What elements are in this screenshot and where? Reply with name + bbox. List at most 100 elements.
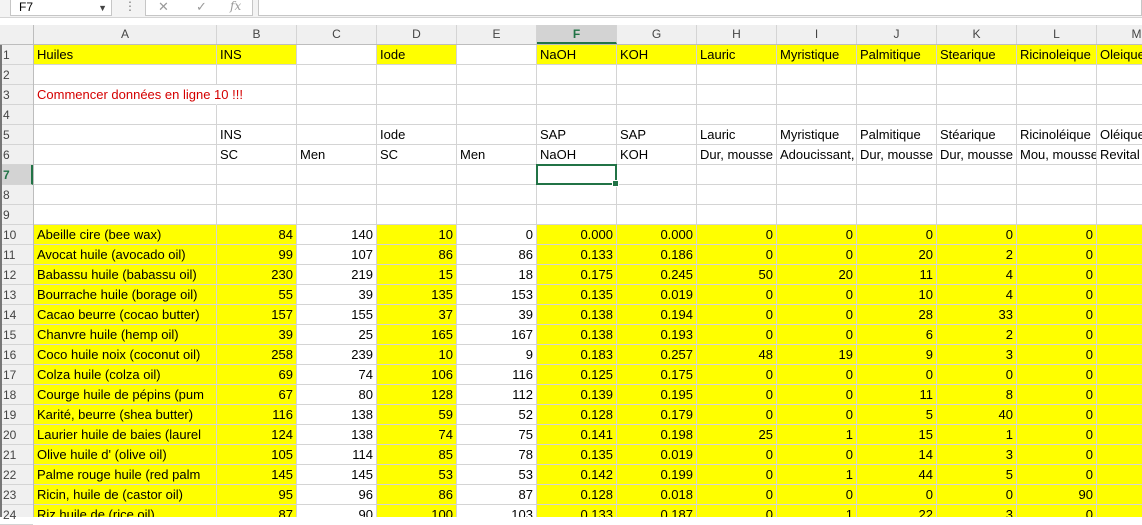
cell-a9[interactable] — [34, 205, 217, 225]
cell-c18[interactable]: 80 — [297, 385, 377, 405]
cell-f14[interactable]: 0.138 — [537, 305, 617, 325]
cell-b19[interactable]: 116 — [217, 405, 297, 425]
cell-c8[interactable] — [297, 185, 377, 205]
cell-i3[interactable] — [777, 85, 857, 105]
cell-h10[interactable]: 0 — [697, 225, 777, 245]
cell-l20[interactable]: 0 — [1017, 425, 1097, 445]
cell-m3[interactable] — [1097, 85, 1142, 105]
cell-i1[interactable]: Myristique — [777, 45, 857, 65]
cell-l21[interactable]: 0 — [1017, 445, 1097, 465]
cell-c5[interactable] — [297, 125, 377, 145]
cell-a8[interactable] — [34, 185, 217, 205]
cell-i8[interactable] — [777, 185, 857, 205]
cell-b24[interactable]: 87 — [217, 505, 297, 517]
cell-a5[interactable] — [34, 125, 217, 145]
cell-c7[interactable] — [297, 165, 377, 185]
cell-j21[interactable]: 14 — [857, 445, 937, 465]
cell-a11[interactable]: Avocat huile (avocado oil) — [34, 245, 217, 265]
cell-j5[interactable]: Palmitique — [857, 125, 937, 145]
cell-m9[interactable] — [1097, 205, 1142, 225]
cell-h17[interactable]: 0 — [697, 365, 777, 385]
cell-g2[interactable] — [617, 65, 697, 85]
cell-d12[interactable]: 15 — [377, 265, 457, 285]
cell-k22[interactable]: 5 — [937, 465, 1017, 485]
cell-c13[interactable]: 39 — [297, 285, 377, 305]
cell-m10[interactable] — [1097, 225, 1142, 245]
cell-b8[interactable] — [217, 185, 297, 205]
cell-j4[interactable] — [857, 105, 937, 125]
cell-m13[interactable] — [1097, 285, 1142, 305]
row-header-11[interactable]: 11 — [0, 245, 33, 265]
column-header-c[interactable]: C — [297, 25, 377, 44]
row-header-21[interactable]: 21 — [0, 445, 33, 465]
cell-e22[interactable]: 53 — [457, 465, 537, 485]
cell-c2[interactable] — [297, 65, 377, 85]
cell-m19[interactable] — [1097, 405, 1142, 425]
cell-a19[interactable]: Karité, beurre (shea butter) — [34, 405, 217, 425]
cell-b16[interactable]: 258 — [217, 345, 297, 365]
row-header-5[interactable]: 5 — [0, 125, 33, 145]
cell-f3[interactable] — [537, 85, 617, 105]
enter-icon[interactable]: ✓ — [196, 0, 207, 15]
cell-c16[interactable]: 239 — [297, 345, 377, 365]
row-header-20[interactable]: 20 — [0, 425, 33, 445]
cell-b1[interactable]: INS — [217, 45, 297, 65]
cell-a3[interactable]: Commencer données en ligne 10 !!! — [34, 85, 243, 105]
cell-k18[interactable]: 8 — [937, 385, 1017, 405]
name-box[interactable]: F7 ▼ — [10, 0, 112, 16]
cell-k11[interactable]: 2 — [937, 245, 1017, 265]
cell-l24[interactable]: 0 — [1017, 505, 1097, 517]
cell-e13[interactable]: 153 — [457, 285, 537, 305]
row-header-3[interactable]: 3 — [0, 85, 33, 105]
cell-k12[interactable]: 4 — [937, 265, 1017, 285]
cell-d23[interactable]: 86 — [377, 485, 457, 505]
cell-h8[interactable] — [697, 185, 777, 205]
cell-i18[interactable]: 0 — [777, 385, 857, 405]
cell-j12[interactable]: 11 — [857, 265, 937, 285]
cell-b10[interactable]: 84 — [217, 225, 297, 245]
cell-h22[interactable]: 0 — [697, 465, 777, 485]
cell-e6[interactable]: Men — [457, 145, 537, 165]
cell-f12[interactable]: 0.175 — [537, 265, 617, 285]
cell-m18[interactable] — [1097, 385, 1142, 405]
cell-k8[interactable] — [937, 185, 1017, 205]
column-header-l[interactable]: L — [1017, 25, 1097, 44]
cell-i11[interactable]: 0 — [777, 245, 857, 265]
cell-i21[interactable]: 0 — [777, 445, 857, 465]
cell-d17[interactable]: 106 — [377, 365, 457, 385]
cell-h2[interactable] — [697, 65, 777, 85]
cell-m11[interactable] — [1097, 245, 1142, 265]
cell-j6[interactable]: Dur, mousse — [857, 145, 937, 165]
cell-c1[interactable] — [297, 45, 377, 65]
cell-b2[interactable] — [217, 65, 297, 85]
cell-l1[interactable]: Ricinoleique — [1017, 45, 1097, 65]
cell-m14[interactable] — [1097, 305, 1142, 325]
cell-l3[interactable] — [1017, 85, 1097, 105]
cell-h14[interactable]: 0 — [697, 305, 777, 325]
cell-f24[interactable]: 0.133 — [537, 505, 617, 517]
cell-h11[interactable]: 0 — [697, 245, 777, 265]
cell-h24[interactable]: 0 — [697, 505, 777, 517]
row-header-9[interactable]: 9 — [0, 205, 33, 225]
column-header-f[interactable]: F — [537, 25, 617, 44]
cell-k21[interactable]: 3 — [937, 445, 1017, 465]
cell-l5[interactable]: Ricinoléique — [1017, 125, 1097, 145]
cell-l17[interactable]: 0 — [1017, 365, 1097, 385]
cell-b20[interactable]: 124 — [217, 425, 297, 445]
cell-j20[interactable]: 15 — [857, 425, 937, 445]
cell-h23[interactable]: 0 — [697, 485, 777, 505]
cell-k20[interactable]: 1 — [937, 425, 1017, 445]
cell-h1[interactable]: Lauric — [697, 45, 777, 65]
cell-i4[interactable] — [777, 105, 857, 125]
cell-i19[interactable]: 0 — [777, 405, 857, 425]
cell-b9[interactable] — [217, 205, 297, 225]
cell-m8[interactable] — [1097, 185, 1142, 205]
cell-b7[interactable] — [217, 165, 297, 185]
cell-j13[interactable]: 10 — [857, 285, 937, 305]
column-header-a[interactable]: A — [34, 25, 217, 44]
column-header-i[interactable]: I — [777, 25, 857, 44]
row-header-10[interactable]: 10 — [0, 225, 33, 245]
cell-i15[interactable]: 0 — [777, 325, 857, 345]
cell-b22[interactable]: 145 — [217, 465, 297, 485]
cell-l10[interactable]: 0 — [1017, 225, 1097, 245]
